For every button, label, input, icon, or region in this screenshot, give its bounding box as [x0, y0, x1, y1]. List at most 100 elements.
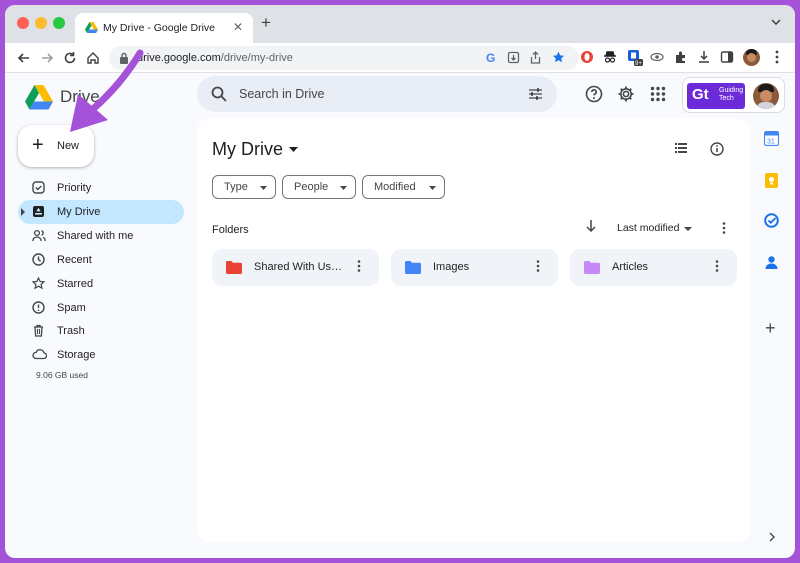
- sidebar-item-spam[interactable]: Spam: [18, 296, 184, 320]
- sidebar-item-priority[interactable]: Priority: [18, 176, 184, 200]
- help-icon[interactable]: [585, 85, 603, 103]
- google-apps-grid-icon[interactable]: [650, 86, 666, 102]
- folder-more-icon[interactable]: [715, 260, 719, 272]
- shared-people-icon: [32, 229, 46, 242]
- tab-title: My Drive - Google Drive: [103, 22, 216, 34]
- sidebar-item-trash[interactable]: Trash: [18, 319, 184, 343]
- url-text[interactable]: drive.google.com/drive/my-drive: [137, 52, 293, 64]
- search-options-icon[interactable]: [528, 87, 543, 101]
- brand-name: Guiding Tech: [719, 87, 744, 102]
- chip-label: Modified: [374, 181, 416, 193]
- folder-card-images[interactable]: Images: [391, 249, 558, 286]
- sidebar-item-label: Shared with me: [57, 230, 134, 242]
- drive-logo-icon[interactable]: [25, 85, 53, 110]
- download-icon[interactable]: [697, 50, 711, 64]
- sidebar-item-starred[interactable]: Starred: [18, 272, 184, 296]
- info-icon[interactable]: [710, 142, 724, 156]
- folder-name: Articles: [612, 261, 649, 273]
- close-tab-icon[interactable]: ✕: [233, 20, 243, 34]
- title-dropdown-icon[interactable]: [289, 147, 298, 152]
- trash-icon: [34, 324, 43, 337]
- minimize-window-button[interactable]: [35, 17, 47, 29]
- sidebar-item-shared-with-me[interactable]: Shared with me: [18, 224, 184, 248]
- calendar-icon[interactable]: 31: [764, 131, 779, 146]
- google-icon[interactable]: G: [485, 51, 498, 64]
- settings-gear-icon[interactable]: [617, 85, 635, 103]
- svg-text:31: 31: [767, 139, 775, 146]
- chip-label: People: [294, 181, 329, 193]
- clock-icon: [32, 253, 45, 266]
- search-icon[interactable]: [211, 86, 227, 102]
- new-button-label: New: [57, 140, 80, 152]
- type-filter-chip[interactable]: Type: [212, 175, 276, 199]
- bitwarden-extension-icon[interactable]: 9+: [627, 50, 643, 66]
- chip-label: Type: [224, 181, 248, 193]
- chip-dropdown-icon: [340, 186, 347, 190]
- account-avatar[interactable]: [753, 83, 779, 109]
- priority-icon: [32, 181, 45, 194]
- svg-text:G: G: [486, 51, 495, 64]
- storage-used-text: 9.06 GB used: [36, 370, 88, 380]
- maximize-window-button[interactable]: [53, 17, 65, 29]
- folder-more-icon[interactable]: [357, 260, 361, 272]
- folder-card-shared-with-users[interactable]: Shared With Use...: [212, 249, 379, 286]
- sidebar-item-storage[interactable]: Storage: [18, 343, 184, 367]
- my-drive-icon: [33, 206, 44, 217]
- sort-by-label[interactable]: Last modified: [617, 222, 679, 234]
- eye-extension-icon[interactable]: [650, 50, 664, 64]
- sort-dropdown-icon[interactable]: [684, 227, 692, 231]
- contacts-icon[interactable]: [764, 255, 779, 270]
- share-icon[interactable]: [529, 51, 542, 64]
- browser-menu-icon[interactable]: [775, 50, 779, 64]
- list-view-icon[interactable]: [675, 143, 687, 153]
- install-app-icon[interactable]: [507, 51, 520, 64]
- search-placeholder: Search in Drive: [239, 87, 325, 101]
- new-tab-button[interactable]: +: [261, 14, 271, 31]
- side-panel-icon[interactable]: [720, 50, 734, 64]
- hide-side-panel-chevron-icon[interactable]: [769, 532, 775, 542]
- search-input[interactable]: Search in Drive: [197, 76, 557, 112]
- extensions-puzzle-icon[interactable]: [674, 50, 688, 64]
- folder-more-icon[interactable]: [536, 260, 540, 272]
- sort-direction-arrow-icon[interactable]: [586, 220, 596, 232]
- back-arrow-icon[interactable]: [17, 51, 31, 65]
- sidebar-item-label: Storage: [57, 349, 96, 361]
- tasks-icon[interactable]: [764, 213, 779, 228]
- keep-notes-icon[interactable]: [764, 173, 779, 188]
- get-add-ons-plus-icon[interactable]: +: [765, 319, 776, 337]
- folder-card-articles[interactable]: Articles: [570, 249, 737, 286]
- main-content: My Drive Type People Modified Folders La…: [197, 118, 750, 543]
- tab-strip: My Drive - Google Drive ✕ +: [5, 5, 795, 43]
- profile-avatar[interactable]: [743, 49, 760, 66]
- opera-extension-icon[interactable]: [580, 50, 594, 64]
- sidebar-item-label: Recent: [57, 254, 92, 266]
- browser-tab[interactable]: My Drive - Google Drive ✕: [75, 13, 253, 43]
- bookmark-star-icon[interactable]: [552, 51, 565, 64]
- close-window-button[interactable]: [17, 17, 29, 29]
- account-chip[interactable]: Gt Guiding Tech: [682, 77, 785, 113]
- folder-name: Shared With Use...: [254, 261, 346, 273]
- sidebar-item-recent[interactable]: Recent: [18, 248, 184, 272]
- more-options-icon[interactable]: [722, 222, 726, 234]
- folder-name: Images: [433, 261, 470, 273]
- spy-extension-icon[interactable]: [603, 50, 617, 64]
- chip-dropdown-icon: [260, 186, 267, 190]
- tab-search-chevron-icon[interactable]: [771, 19, 781, 25]
- folder-icon: [226, 261, 242, 274]
- page-title[interactable]: My Drive: [212, 139, 283, 160]
- sidebar-item-label: Trash: [57, 325, 85, 337]
- annotation-arrow-icon: [70, 49, 144, 132]
- modified-filter-chip[interactable]: Modified: [362, 175, 445, 199]
- folders-heading: Folders: [212, 224, 249, 236]
- expand-caret-icon[interactable]: [21, 208, 25, 216]
- forward-arrow-icon[interactable]: [40, 51, 54, 65]
- gt-mark-icon: Gt: [692, 86, 709, 103]
- folder-icon: [405, 261, 421, 274]
- sidebar-item-my-drive[interactable]: My Drive: [18, 200, 184, 224]
- people-filter-chip[interactable]: People: [282, 175, 356, 199]
- address-bar[interactable]: drive.google.com/drive/my-drive G: [109, 46, 579, 70]
- star-icon: [32, 277, 45, 290]
- sidebar-item-label: Priority: [57, 182, 92, 194]
- sidebar-item-label: My Drive: [57, 206, 101, 218]
- sidebar-item-label: Starred: [57, 278, 94, 290]
